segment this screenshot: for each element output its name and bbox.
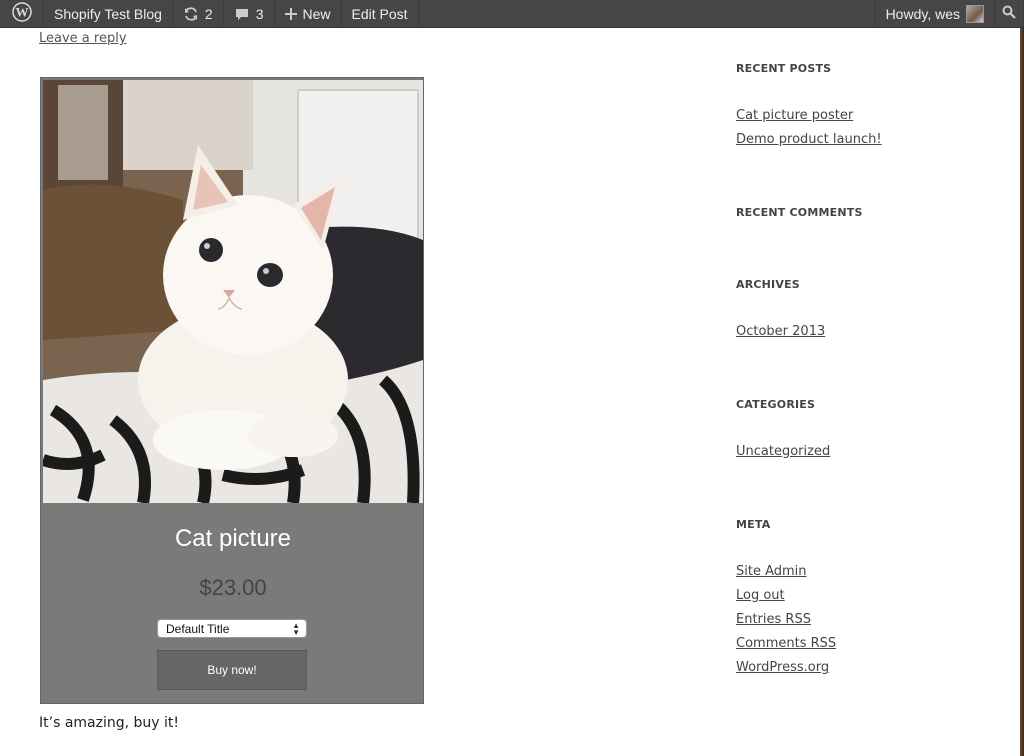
product-title: Cat picture — [174, 525, 292, 552]
site-name-menu[interactable]: Shopify Test Blog — [44, 0, 173, 27]
archive-link[interactable]: October 2013 — [736, 324, 825, 339]
meta-link-wordpress-org[interactable]: WordPress.org — [736, 660, 829, 675]
svg-text:W: W — [15, 5, 28, 20]
admin-bar-search[interactable] — [994, 0, 1024, 27]
meta-link-comments-rss[interactable]: Comments RSS — [736, 636, 836, 651]
recent-post-link[interactable]: Cat picture poster — [736, 108, 853, 123]
category-link[interactable]: Uncategorized — [736, 444, 830, 459]
variant-select[interactable]: Default Title ▲ ▼ — [157, 619, 307, 638]
admin-bar-spacer — [419, 0, 875, 27]
recent-posts-heading: RECENT POSTS — [736, 62, 832, 75]
wordpress-menu[interactable]: W — [0, 0, 44, 27]
meta-link-log-out[interactable]: Log out — [736, 588, 785, 603]
meta-link-entries-rss[interactable]: Entries RSS — [736, 612, 811, 627]
buy-now-label: Buy now! — [207, 663, 257, 677]
window-edge — [1020, 28, 1024, 756]
new-content-menu[interactable]: New — [275, 0, 342, 27]
product-price: $23.00 — [199, 575, 267, 600]
updates-menu[interactable]: 2 — [173, 0, 224, 27]
recent-comments-heading: RECENT COMMENTS — [736, 206, 863, 219]
buy-now-button[interactable]: Buy now! — [157, 650, 307, 690]
plus-icon — [284, 7, 297, 20]
updates-icon — [183, 6, 199, 22]
categories-heading: CATEGORIES — [736, 398, 816, 411]
recent-post-link[interactable]: Demo product launch! — [736, 132, 882, 147]
archives-heading: ARCHIVES — [736, 278, 800, 291]
search-icon — [1002, 5, 1016, 22]
edit-post-label: Edit Post — [351, 5, 408, 22]
select-arrows-icon: ▲ ▼ — [292, 621, 300, 637]
updates-count: 2 — [204, 5, 213, 22]
wordpress-logo-icon: W — [11, 2, 32, 25]
meta-heading: META — [736, 518, 771, 531]
leave-reply-link[interactable]: Leave a reply — [39, 31, 127, 46]
edit-post-link[interactable]: Edit Post — [342, 0, 419, 27]
avatar — [966, 4, 984, 23]
product-card: Cat picture $23.00 Default Title ▲ ▼ Buy … — [40, 77, 424, 704]
variant-selected-label: Default Title — [166, 621, 230, 636]
meta-link-site-admin[interactable]: Site Admin — [736, 564, 807, 579]
product-image[interactable] — [43, 80, 423, 503]
site-name-label: Shopify Test Blog — [54, 5, 162, 22]
new-label: New — [302, 5, 331, 22]
post-body-text: It’s amazing, buy it! — [39, 715, 179, 731]
comments-count: 3 — [255, 5, 264, 22]
howdy-label: Howdy, wes — [885, 5, 960, 22]
admin-bar: W Shopify Test Blog 2 3 New Edit Post Ho… — [0, 0, 1024, 28]
comment-bubble-icon — [234, 6, 250, 22]
comments-menu[interactable]: 3 — [224, 0, 275, 27]
my-account-menu[interactable]: Howdy, wes — [874, 0, 994, 27]
